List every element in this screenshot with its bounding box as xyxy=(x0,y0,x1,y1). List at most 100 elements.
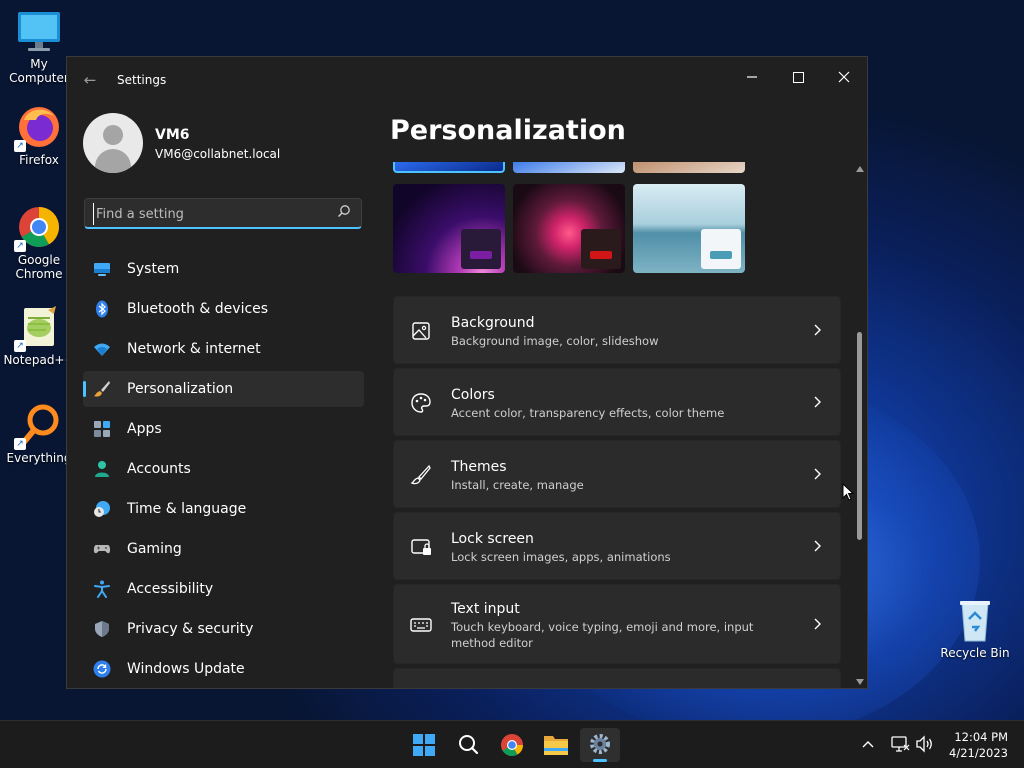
clock-globe-icon xyxy=(94,501,110,517)
close-icon xyxy=(838,71,850,83)
sidebar-nav: System Bluetooth & devices Network & int… xyxy=(83,251,364,688)
sidebar-item-time-language[interactable]: Time & language xyxy=(83,491,364,527)
setting-card-next[interactable] xyxy=(393,668,841,688)
sidebar-item-label: Windows Update xyxy=(127,661,245,677)
sidebar-item-apps[interactable]: Apps xyxy=(83,411,364,447)
clock-time: 12:04 PM xyxy=(954,730,1008,744)
brush-icon xyxy=(410,464,431,485)
sidebar-item-accessibility[interactable]: Accessibility xyxy=(83,571,364,607)
taskbar-file-explorer-button[interactable] xyxy=(536,728,576,762)
desktop-icon-recycle-bin[interactable]: Recycle Bin xyxy=(937,597,1013,660)
search-icon xyxy=(338,205,350,217)
sidebar-item-personalization[interactable]: Personalization xyxy=(83,371,364,407)
content-scrollbar[interactable] xyxy=(854,162,866,688)
scroll-thumb[interactable] xyxy=(857,332,862,540)
minimize-button[interactable] xyxy=(729,61,775,93)
gamepad-icon xyxy=(93,545,111,554)
theme-thumbnail-1[interactable] xyxy=(393,162,505,173)
shortcut-arrow-icon: ↗ xyxy=(14,438,26,450)
bluetooth-icon xyxy=(96,300,108,318)
sidebar-item-label: Privacy & security xyxy=(127,621,254,637)
chevron-right-icon xyxy=(814,468,821,480)
lock-screen-icon xyxy=(411,539,431,555)
update-icon xyxy=(93,660,111,678)
close-button[interactable] xyxy=(821,61,867,93)
wifi-icon xyxy=(94,343,110,356)
sidebar-item-network-internet[interactable]: Network & internet xyxy=(83,331,364,367)
sidebar-item-privacy-security[interactable]: Privacy & security xyxy=(83,611,364,647)
recycle-bin-icon xyxy=(952,597,998,643)
window-title: Settings xyxy=(117,73,167,87)
chevron-right-icon xyxy=(814,324,821,336)
theme-thumbnail-2[interactable] xyxy=(513,162,625,173)
sidebar-item-label: Accounts xyxy=(127,461,191,477)
maximize-icon xyxy=(792,71,804,83)
search-icon xyxy=(459,735,479,755)
accessibility-icon xyxy=(94,580,110,598)
minimize-icon xyxy=(747,76,757,78)
sidebar-item-label: Bluetooth & devices xyxy=(127,301,269,317)
content-pane: Background Background image, color, slid… xyxy=(391,162,846,688)
setting-title: Colors xyxy=(451,387,495,403)
setting-card-colors[interactable]: Colors Accent color, transparency effect… xyxy=(393,368,841,436)
start-button[interactable] xyxy=(404,728,444,762)
back-button[interactable]: ← xyxy=(79,69,101,91)
chevron-right-icon xyxy=(814,540,821,552)
image-icon xyxy=(412,322,430,340)
sidebar-item-gaming[interactable]: Gaming xyxy=(83,531,364,567)
setting-subtitle: Touch keyboard, voice typing, emoji and … xyxy=(451,620,754,650)
chevron-right-icon xyxy=(814,396,821,408)
search-input[interactable] xyxy=(93,203,328,225)
setting-card-lock-screen[interactable]: Lock screen Lock screen images, apps, an… xyxy=(393,512,841,580)
shortcut-arrow-icon: ↗ xyxy=(14,240,26,252)
shortcut-arrow-icon: ↗ xyxy=(14,340,26,352)
maximize-button[interactable] xyxy=(775,61,821,93)
search-box[interactable] xyxy=(84,198,362,229)
taskbar-search-button[interactable] xyxy=(448,728,488,762)
setting-card-background[interactable]: Background Background image, color, slid… xyxy=(393,296,841,364)
scroll-down-arrow-icon[interactable] xyxy=(856,679,864,685)
taskbar-clock[interactable]: 12:04 PM 4/21/2023 xyxy=(949,729,1008,761)
setting-title: Themes xyxy=(451,459,507,475)
profile-name: VM6 xyxy=(155,127,190,143)
theme-thumbnail-flow[interactable] xyxy=(633,184,745,273)
mouse-cursor-icon xyxy=(842,483,854,501)
sidebar-item-label: Network & internet xyxy=(127,341,261,357)
sidebar-item-system[interactable]: System xyxy=(83,251,364,287)
gear-icon xyxy=(590,734,610,754)
shortcut-arrow-icon: ↗ xyxy=(14,140,26,152)
taskbar-chrome-button[interactable] xyxy=(492,728,532,762)
sidebar-item-windows-update[interactable]: Windows Update xyxy=(83,651,364,687)
windows-logo-icon xyxy=(413,734,435,756)
monitor-icon xyxy=(94,263,110,276)
chevron-up-icon xyxy=(862,741,874,748)
theme-thumbnail-3[interactable] xyxy=(633,162,745,173)
sidebar-item-label: System xyxy=(127,261,180,277)
page-title: Personalization xyxy=(390,115,626,146)
arrow-left-icon: ← xyxy=(83,71,97,89)
setting-card-text-input[interactable]: Text input Touch keyboard, voice typing,… xyxy=(393,584,841,664)
clock-date: 4/21/2023 xyxy=(949,746,1008,760)
setting-card-themes[interactable]: Themes Install, create, manage xyxy=(393,440,841,508)
settings-window: ← Settings VM6 VM6@collabnet.local Find … xyxy=(66,56,868,689)
theme-preview-window xyxy=(701,229,741,269)
taskbar-settings-button[interactable] xyxy=(580,728,620,762)
notepad-plus-plus-icon: ↗ xyxy=(14,304,62,352)
sidebar-item-bluetooth-devices[interactable]: Bluetooth & devices xyxy=(83,291,364,327)
chevron-right-icon xyxy=(814,618,821,630)
network-status-button[interactable] xyxy=(889,733,911,755)
sidebar-item-accounts[interactable]: Accounts xyxy=(83,451,364,487)
paintbrush-icon xyxy=(94,381,110,397)
chrome-icon xyxy=(501,734,523,756)
avatar xyxy=(83,113,143,173)
scroll-up-arrow-icon[interactable] xyxy=(856,166,864,172)
theme-preview-window xyxy=(581,229,621,269)
sidebar-item-label: Accessibility xyxy=(127,581,214,597)
sidebar-item-label: Time & language xyxy=(127,501,247,517)
show-hidden-icons-button[interactable] xyxy=(858,733,878,755)
title-bar[interactable]: ← Settings xyxy=(67,57,867,105)
sidebar-item-label: Personalization xyxy=(127,381,234,397)
theme-thumbnail-captured-motion[interactable] xyxy=(513,184,625,273)
theme-thumbnail-glow[interactable] xyxy=(393,184,505,273)
volume-button[interactable] xyxy=(914,733,936,755)
